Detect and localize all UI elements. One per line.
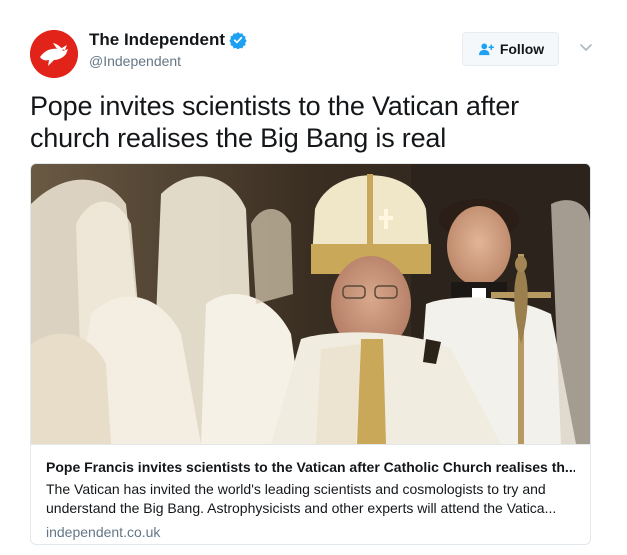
card-body: Pope Francis invites scientists to the V…	[31, 444, 590, 544]
author-handle[interactable]: @Independent	[89, 53, 181, 69]
card-domain[interactable]: independent.co.uk	[46, 524, 575, 540]
independent-eagle-logo-icon	[30, 30, 78, 78]
tweet-text: Pope invites scientists to the Vatican a…	[30, 91, 519, 153]
card-image	[31, 164, 590, 444]
chevron-down-icon[interactable]	[579, 42, 593, 52]
follow-button-label: Follow	[499, 41, 545, 57]
verified-badge-icon	[229, 31, 247, 49]
author-avatar[interactable]	[30, 30, 78, 78]
author-display-name[interactable]: The Independent	[89, 30, 225, 50]
follow-button[interactable]: Follow	[462, 32, 559, 66]
link-card[interactable]: Pope Francis invites scientists to the V…	[30, 163, 591, 545]
card-title[interactable]: Pope Francis invites scientists to the V…	[46, 458, 575, 476]
author-name-row: The Independent	[89, 30, 247, 50]
card-description: The Vatican has invited the world's lead…	[46, 481, 557, 516]
follow-person-plus-icon	[478, 43, 494, 56]
